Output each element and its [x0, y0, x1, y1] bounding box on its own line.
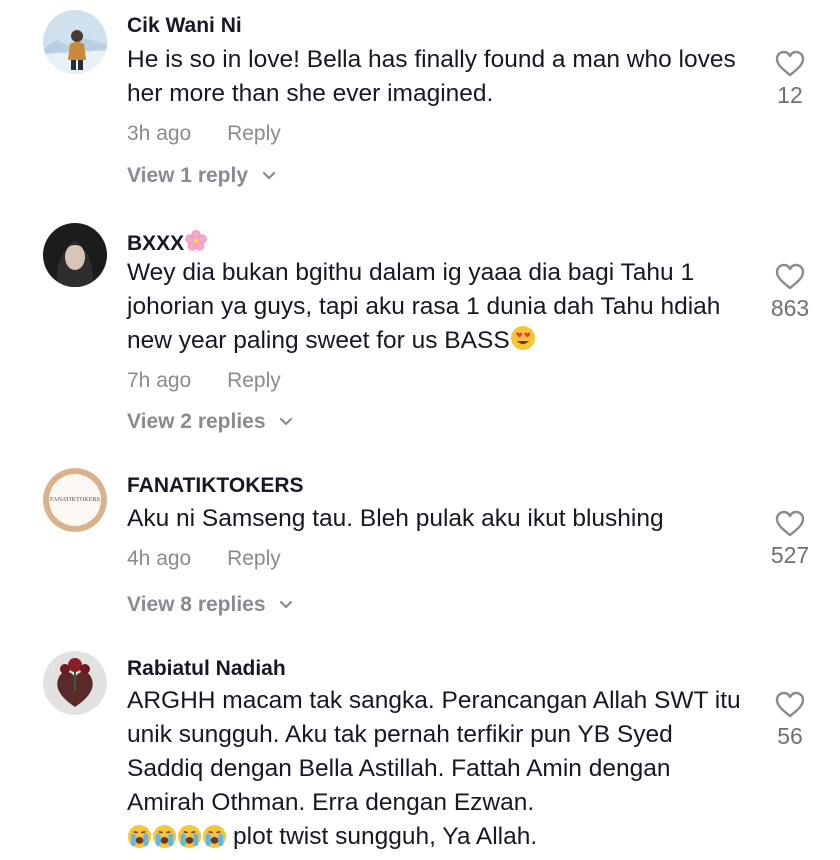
comment-text-tail: plot twist sungguh, Ya Allah. [233, 823, 538, 850]
avatar[interactable] [43, 651, 107, 715]
comment-text-line: plot twist sungguh, Ya Allah. [127, 820, 752, 856]
crying-face-emoji-icon [202, 824, 227, 849]
comment-text: ARGHH macam tak sangka. Perancangan Alla… [127, 687, 741, 816]
heart-icon[interactable] [775, 691, 805, 719]
crying-face-emoji-icon [127, 824, 152, 849]
crying-face-emoji-icon [177, 824, 202, 849]
comment-username[interactable]: Rabiatul Nadiah [127, 657, 286, 681]
crying-face-emoji-group [127, 822, 227, 856]
comment-item: Rabiatul Nadiah ARGHH macam tak sangka. … [0, 0, 840, 860]
rose-heart-avatar-icon [43, 651, 107, 715]
crying-face-emoji-icon [152, 824, 177, 849]
like-count: 56 [777, 723, 803, 749]
like-area: 56 [755, 691, 825, 750]
